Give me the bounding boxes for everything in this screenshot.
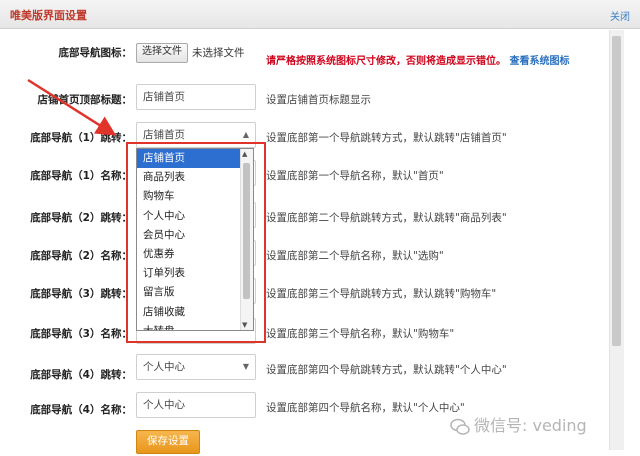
warning-text: 请严格按照系统图标尺寸修改，否则将造成显示错位。 查看系统图标 — [266, 52, 569, 67]
nav3-jump-hint: 设置底部第三个导航跳转方式，默认跳转"购物车" — [266, 288, 497, 300]
nav1-jump-label: 底部导航（1）跳转： — [30, 132, 132, 144]
window-titlebar: 唯美版界面设置 关闭 — [0, 0, 640, 29]
page-scrollbar[interactable] — [609, 30, 624, 450]
dropdown-option[interactable]: 大转盘 — [137, 322, 253, 330]
nav4-jump-select[interactable]: 个人中心 ▼ — [136, 354, 256, 380]
nav1-name-label: 底部导航（1）名称： — [30, 170, 132, 182]
callout-arrow-icon — [27, 78, 117, 136]
nav4-name-input[interactable]: 个人中心 — [136, 392, 256, 418]
dropdown-option[interactable]: 留言版 — [137, 283, 253, 302]
nav4-jump-label: 底部导航（4）跳转： — [30, 369, 132, 381]
nav4-name-label: 底部导航（4）名称： — [30, 404, 132, 416]
wechat-icon — [450, 418, 470, 435]
view-system-icons-link[interactable]: 查看系统图标 — [509, 56, 569, 67]
nav2-jump-hint: 设置底部第二个导航跳转方式，默认跳转"商品列表" — [266, 212, 507, 224]
chevron-up-icon: ▲ — [242, 130, 249, 139]
shop-title-label: 店铺首页顶部标题： — [37, 94, 133, 106]
shop-title-input[interactable]: 店铺首页 — [136, 84, 256, 110]
nav3-jump-label: 底部导航（3）跳转： — [30, 288, 132, 300]
dropdown-option[interactable]: 商品列表 — [137, 168, 253, 187]
close-link[interactable]: 关闭 — [610, 8, 630, 23]
scroll-down-icon[interactable]: ▼ — [242, 321, 247, 329]
file-status: 未选择文件 — [192, 47, 245, 59]
watermark: 微信号: veding — [450, 412, 587, 437]
nav2-name-hint: 设置底部第二个导航名称，默认"选购" — [266, 250, 444, 262]
nav2-jump-label: 底部导航（2）跳转： — [30, 212, 132, 224]
dropdown-scrollbar-thumb[interactable] — [243, 163, 250, 299]
nav4-jump-hint: 设置底部第四个导航跳转方式，默认跳转"个人中心" — [266, 364, 507, 376]
nav3-name-label: 底部导航（3）名称： — [30, 328, 132, 340]
dropdown-option[interactable]: 购物车 — [137, 187, 253, 206]
chevron-down-icon: ▼ — [242, 362, 249, 371]
scroll-up-icon[interactable]: ▲ — [242, 150, 247, 158]
nav1-jump-select[interactable]: 店铺首页 ▲ — [136, 122, 256, 148]
nav1-jump-dropdown-list[interactable]: 店铺首页 商品列表 购物车 个人中心 会员中心 优惠券 订单列表 留言版 店铺收… — [136, 148, 254, 331]
page-scrollbar-thumb[interactable] — [612, 36, 621, 346]
save-settings-button[interactable]: 保存设置 — [136, 430, 200, 454]
dropdown-option[interactable]: 店铺首页 — [137, 149, 253, 169]
window-title: 唯美版界面设置 — [10, 9, 87, 22]
dropdown-option[interactable]: 订单列表 — [137, 264, 253, 283]
dropdown-option[interactable]: 会员中心 — [137, 226, 253, 245]
watermark-text: 微信号: veding — [474, 416, 587, 435]
dropdown-option[interactable]: 优惠券 — [137, 245, 253, 264]
nav1-name-hint: 设置底部第一个导航名称，默认"首页" — [266, 170, 444, 182]
nav4-jump-value: 个人中心 — [143, 361, 185, 373]
dropdown-scrollbar[interactable]: ▲ ▼ — [240, 149, 253, 330]
nav1-jump-value: 店铺首页 — [143, 129, 185, 141]
nav4-name-hint: 设置底部第四个导航名称，默认"个人中心" — [266, 402, 465, 414]
shop-title-hint: 设置店铺首页标题显示 — [266, 94, 371, 106]
nav1-jump-hint: 设置底部第一个导航跳转方式，默认跳转"店铺首页" — [266, 132, 507, 144]
dropdown-option[interactable]: 店铺收藏 — [137, 303, 253, 322]
dropdown-option[interactable]: 个人中心 — [137, 207, 253, 226]
choose-file-button[interactable]: 选择文件 — [136, 43, 188, 63]
warning-message: 请严格按照系统图标尺寸修改，否则将造成显示错位。 — [266, 56, 506, 67]
nav2-name-label: 底部导航（2）名称： — [30, 250, 132, 262]
nav-icon-label: 底部导航图标： — [58, 47, 133, 59]
nav3-name-hint: 设置底部第三个导航名称，默认"购物车" — [266, 328, 455, 340]
